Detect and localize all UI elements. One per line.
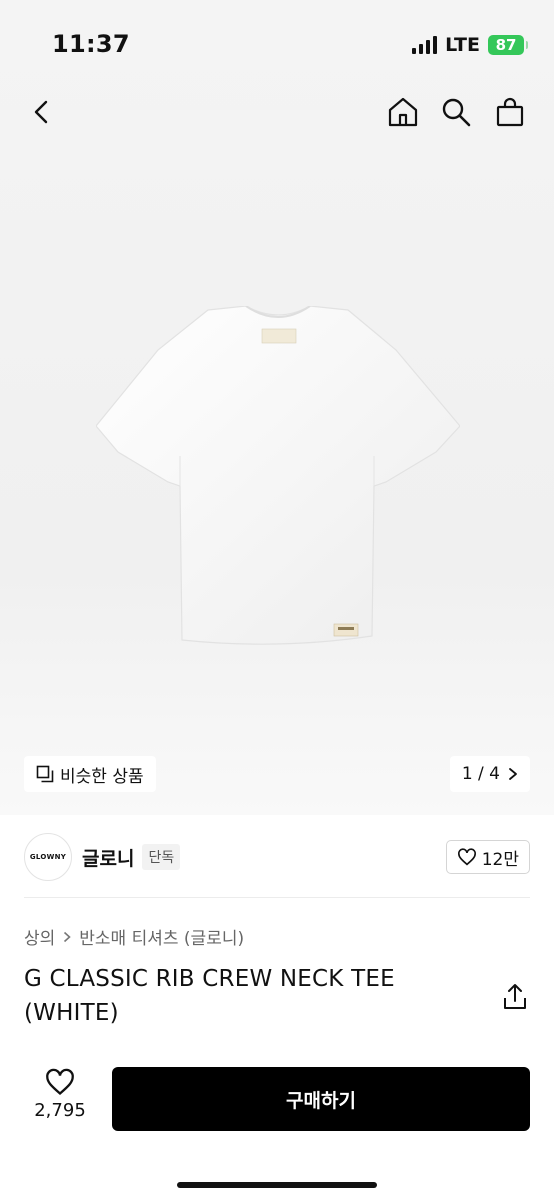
buy-button[interactable]: 구매하기: [112, 1067, 530, 1131]
network-type: LTE: [445, 34, 480, 56]
brand-logo[interactable]: GLOWNY: [24, 833, 72, 881]
chevron-left-icon: [34, 100, 48, 124]
back-button[interactable]: [22, 92, 62, 132]
bottom-action-bar: 2,795 구매하기: [0, 1060, 554, 1150]
shopping-bag-icon: [496, 97, 524, 127]
pager-text: 1 / 4: [461, 764, 500, 784]
home-icon: [388, 97, 418, 127]
brand-like-count: 12만: [481, 849, 519, 870]
similar-products-label: 비슷한 상품: [60, 766, 144, 787]
home-button[interactable]: [383, 92, 423, 132]
heart-icon: [457, 848, 476, 866]
breadcrumb-subcategory[interactable]: 반소매 티셔츠 (글로니): [79, 924, 244, 949]
status-indicators: LTE 87: [412, 34, 528, 56]
share-icon: [504, 984, 526, 1009]
wishlist-button[interactable]: 2,795: [24, 1068, 96, 1121]
home-indicator: [177, 1182, 377, 1188]
product-image: [96, 306, 460, 645]
status-bar: 11:37 LTE 87: [0, 0, 554, 88]
product-title: G CLASSIC RIB CREW NECK TEE (WHITE): [24, 966, 395, 1026]
image-pager[interactable]: 1 / 4: [449, 756, 530, 792]
heart-icon: [46, 1068, 74, 1095]
exclusive-badge: 단독: [142, 844, 181, 870]
section-divider: [24, 897, 530, 898]
chevron-right-icon: [509, 768, 517, 780]
status-time: 11:37: [52, 30, 130, 58]
similar-items-icon: [36, 765, 54, 783]
battery-level: 87: [495, 36, 517, 54]
share-button[interactable]: [502, 982, 528, 1012]
cart-button[interactable]: [490, 92, 530, 132]
battery-icon: 87: [488, 35, 528, 55]
similar-products-button[interactable]: 비슷한 상품: [24, 756, 156, 792]
wishlist-count: 2,795: [34, 1100, 86, 1121]
top-nav: [0, 88, 554, 138]
search-icon: [442, 98, 471, 127]
brand-logo-text: GLOWNY: [29, 853, 67, 861]
chevron-right-icon: [64, 931, 71, 942]
buy-button-label: 구매하기: [286, 1089, 356, 1112]
brand-like-button[interactable]: 12만: [445, 840, 530, 874]
search-button[interactable]: [436, 92, 476, 132]
brand-name[interactable]: 글로니: [82, 844, 134, 871]
breadcrumb: 상의 반소매 티셔츠 (글로니): [24, 924, 244, 949]
brand-row: GLOWNY 글로니 단독 12만: [24, 828, 530, 886]
breadcrumb-category[interactable]: 상의: [24, 924, 55, 949]
signal-icon: [412, 36, 438, 54]
